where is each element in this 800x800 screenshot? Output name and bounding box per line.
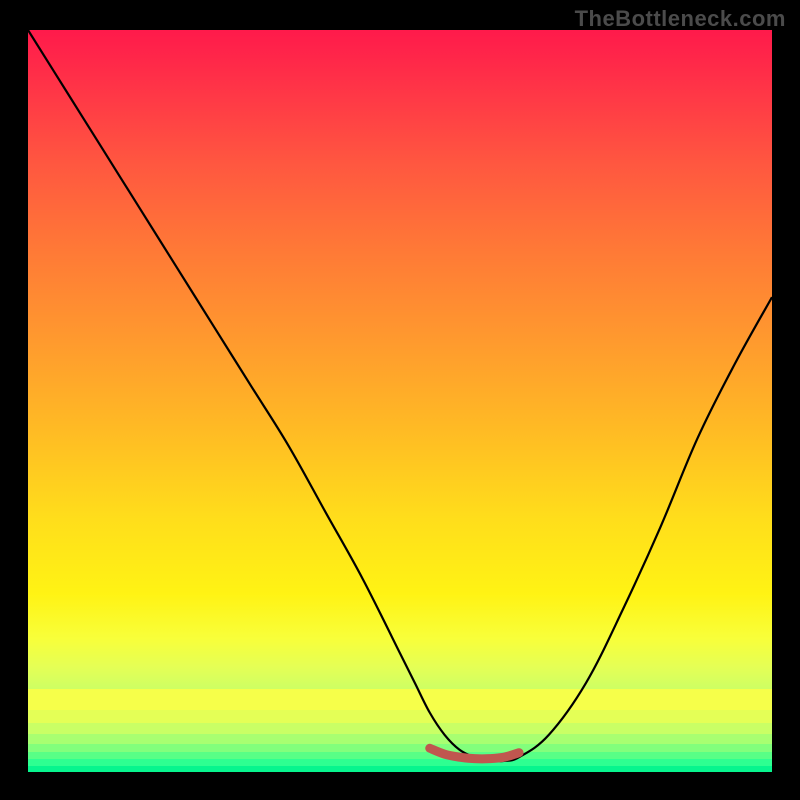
curve-layer	[28, 30, 772, 772]
chart-frame: TheBottleneck.com	[0, 0, 800, 800]
plot-area	[28, 30, 772, 772]
optimal-flat-marker	[430, 748, 519, 759]
bottleneck-curve	[28, 30, 772, 761]
watermark-text: TheBottleneck.com	[575, 6, 786, 32]
